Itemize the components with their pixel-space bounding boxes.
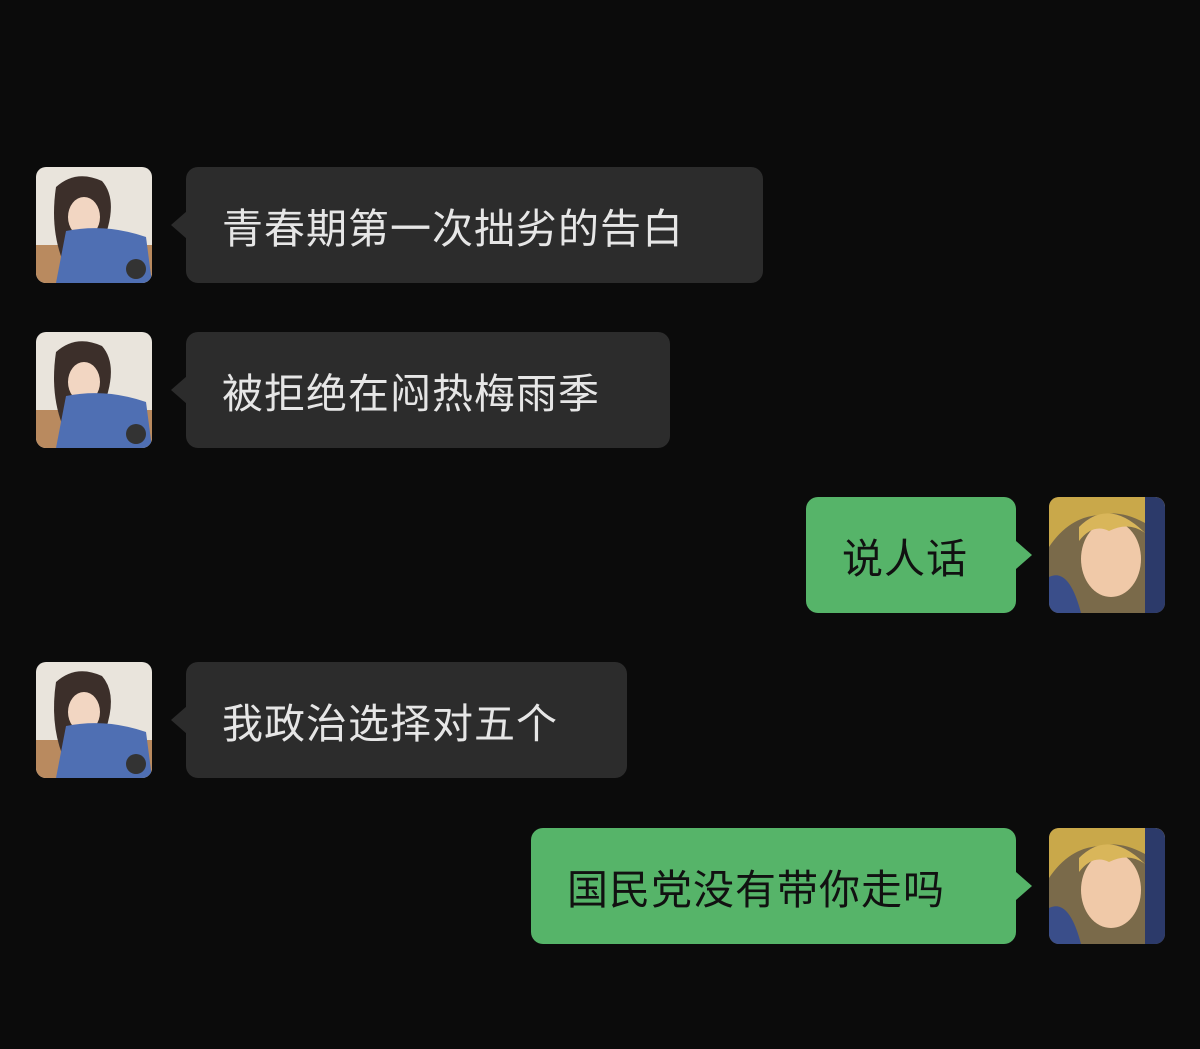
message-bubble[interactable]: 我政治选择对五个 bbox=[186, 662, 627, 778]
contact-avatar[interactable] bbox=[36, 332, 152, 448]
message-bubble[interactable]: 青春期第一次拙劣的告白 bbox=[186, 167, 763, 283]
message-text: 说人话 bbox=[842, 535, 968, 583]
contact-avatar[interactable] bbox=[36, 662, 152, 778]
bubble-tail bbox=[171, 376, 187, 404]
message-text: 国民党没有带你走吗 bbox=[567, 866, 945, 914]
bubble-tail bbox=[171, 706, 187, 734]
message-bubble[interactable]: 被拒绝在闷热梅雨季 bbox=[186, 332, 670, 448]
bubble-tail bbox=[1016, 541, 1032, 569]
self-avatar[interactable] bbox=[1049, 497, 1165, 613]
contact-avatar[interactable] bbox=[36, 167, 152, 283]
anime-girl-avatar-icon bbox=[36, 332, 152, 448]
message-bubble[interactable]: 国民党没有带你走吗 bbox=[531, 828, 1016, 944]
self-avatar[interactable] bbox=[1049, 828, 1165, 944]
bubble-tail bbox=[171, 211, 187, 239]
anime-girl-avatar-icon bbox=[36, 662, 152, 778]
anime-boy-avatar-icon bbox=[1049, 828, 1165, 944]
message-text: 青春期第一次拙劣的告白 bbox=[222, 205, 684, 253]
chat-view: 青春期第一次拙劣的告白 被拒绝在闷热梅雨季 说人话 我政治选择对五个 国民党没有… bbox=[0, 0, 1200, 1049]
message-text: 我政治选择对五个 bbox=[222, 700, 558, 748]
bubble-tail bbox=[1016, 872, 1032, 900]
message-bubble[interactable]: 说人话 bbox=[806, 497, 1016, 613]
anime-boy-avatar-icon bbox=[1049, 497, 1165, 613]
message-text: 被拒绝在闷热梅雨季 bbox=[222, 370, 600, 418]
anime-girl-avatar-icon bbox=[36, 167, 152, 283]
